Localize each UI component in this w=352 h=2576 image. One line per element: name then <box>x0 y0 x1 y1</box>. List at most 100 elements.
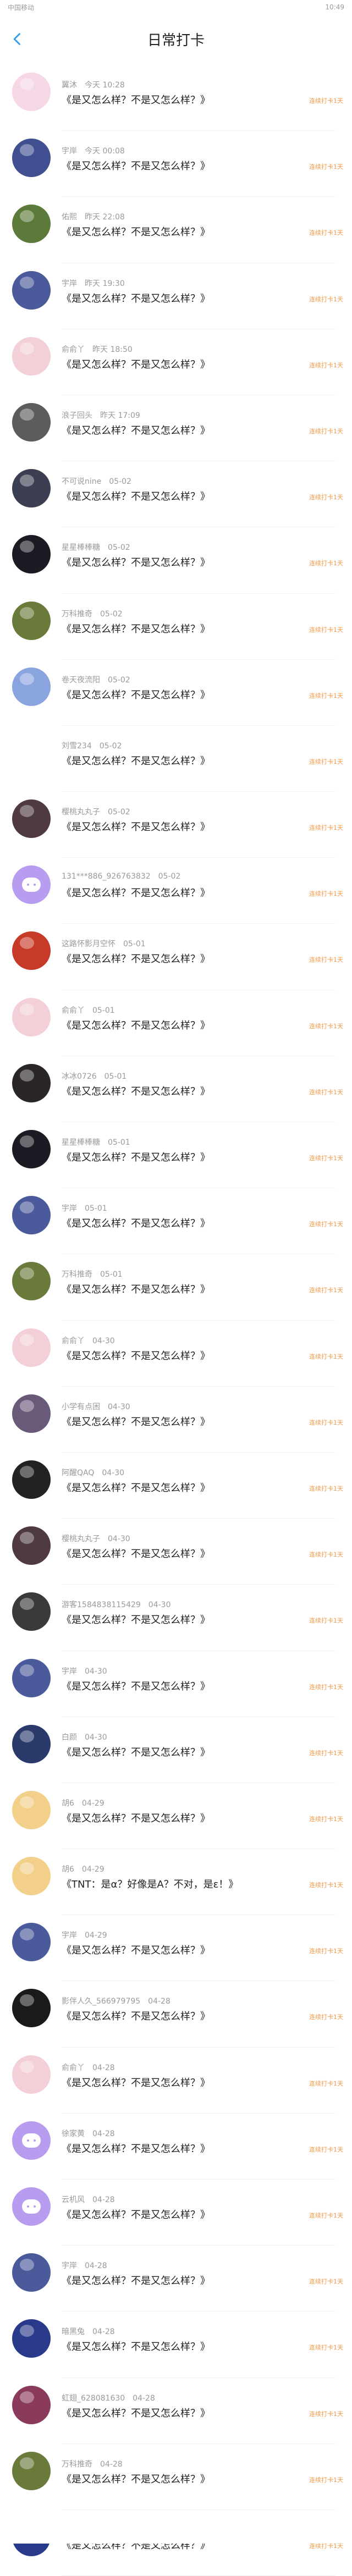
list-item[interactable]: 宇岸 昨天 19:30 《是又怎么样？不是又怎么样？》 连续打卡1天 <box>0 263 352 329</box>
user-name[interactable]: 宇岸 <box>62 1667 77 1676</box>
user-name[interactable]: 俞俞丫 <box>62 345 85 354</box>
checkin-content[interactable]: 《是又怎么样？不是又怎么样？》 <box>62 1480 210 1494</box>
avatar[interactable] <box>12 1790 51 1829</box>
avatar[interactable] <box>12 205 51 244</box>
checkin-content[interactable]: 《是又怎么样？不是又怎么样？》 <box>62 621 210 636</box>
checkin-content[interactable]: 《是又怎么样？不是又怎么样？》 <box>62 1679 210 1693</box>
list-item[interactable]: 翼沐 今天 10:28 《是又怎么样？不是又怎么样？》 连续打卡1天 <box>0 65 352 131</box>
avatar[interactable] <box>12 931 51 970</box>
checkin-content[interactable]: 《是又怎么样？不是又怎么样？》 <box>62 555 210 569</box>
avatar[interactable] <box>12 139 51 178</box>
list-item[interactable]: 胡6 04-29 《是又怎么样？不是又怎么样？》 连续打卡1天 <box>0 1783 352 1850</box>
user-name[interactable]: 浪子回头 <box>62 411 92 420</box>
user-name[interactable]: 宇岸 <box>62 147 77 156</box>
list-item[interactable]: 星星棒棒糖 05-01 《是又怎么样？不是又怎么样？》 连续打卡1天 <box>0 1122 352 1189</box>
back-button[interactable] <box>10 31 25 47</box>
list-item[interactable]: 冰冰0726 05-01 《是又怎么样？不是又怎么样？》 连续打卡1天 <box>0 1056 352 1123</box>
checkin-content[interactable]: 《是又怎么样？不是又怎么样？》 <box>62 2009 210 2023</box>
list-item[interactable]: 宇岸 04-30 《是又怎么样？不是又怎么样？》 连续打卡1天 <box>0 1651 352 1717</box>
user-name[interactable]: 翼沐 <box>62 81 77 90</box>
list-item[interactable]: 不可说nine 05-02 《是又怎么样？不是又怎么样？》 连续打卡1天 <box>0 461 352 528</box>
user-name[interactable]: 不可说nine <box>62 477 101 486</box>
user-name[interactable]: 樱桃丸丸子 <box>62 808 100 817</box>
list-item[interactable]: 樱桃丸丸子 05-02 《是又怎么样？不是又怎么样？》 连续打卡1天 <box>0 792 352 858</box>
list-item[interactable]: 宇岸 04-29 《是又怎么样？不是又怎么样？》 连续打卡1天 <box>0 1915 352 1982</box>
list-item[interactable]: 万科推奇 05-01 《是又怎么样？不是又怎么样？》 连续打卡1天 <box>0 1254 352 1321</box>
checkin-content[interactable]: 《是又怎么样？不是又怎么样？》 <box>62 357 210 371</box>
avatar[interactable] <box>12 73 51 111</box>
checkin-content[interactable]: 《是又怎么样？不是又怎么样？》 <box>62 1282 210 1296</box>
user-name[interactable]: 宇岸 <box>62 279 77 288</box>
list-item[interactable]: 131***886_926763832 05-02 《是又怎么样？不是又怎么样？》 连… <box>0 858 352 924</box>
user-name[interactable]: 万科推奇 <box>62 2460 92 2469</box>
user-name[interactable]: 星星棒棒糖 <box>62 1138 100 1147</box>
avatar[interactable] <box>12 271 51 310</box>
avatar[interactable] <box>12 1724 51 1763</box>
user-name[interactable]: 虹翅_628081630 <box>62 2394 125 2403</box>
list-item[interactable]: 阿醒QAQ 04-30 《是又怎么样？不是又怎么样？》 连续打卡1天 <box>0 1453 352 1519</box>
user-name[interactable]: 小学有点困 <box>62 1403 100 1411</box>
checkin-content[interactable]: 《是又怎么样？不是又怎么样？》 <box>62 2406 210 2420</box>
user-name[interactable]: 俞俞丫 <box>62 1337 85 1345</box>
list-item[interactable]: 星星棒棒糖 05-02 《是又怎么样？不是又怎么样？》 连续打卡1天 <box>0 527 352 594</box>
checkin-content[interactable]: 《是又怎么样？不是又怎么样？》 <box>62 2075 210 2089</box>
list-item[interactable]: 浪子回头 昨天 17:09 《是又怎么样？不是又怎么样？》 连续打卡1天 <box>0 395 352 462</box>
avatar[interactable] <box>12 1130 51 1168</box>
avatar[interactable] <box>12 1592 51 1631</box>
checkin-content[interactable]: 《是又怎么样？不是又怎么样？》 <box>62 2207 210 2221</box>
checkin-content[interactable]: 《是又怎么样？不是又怎么样？》 <box>62 885 210 900</box>
user-name[interactable]: 影伴人久_566979795 <box>62 1997 140 2006</box>
avatar[interactable] <box>12 865 51 904</box>
list-item[interactable]: 卷天夜流阳 05-02 《是又怎么样？不是又怎么样？》 连续打卡1天 <box>0 660 352 726</box>
avatar[interactable] <box>12 1394 51 1433</box>
avatar[interactable] <box>12 733 51 772</box>
checkin-content[interactable]: 《是又怎么样？不是又怎么样？》 <box>62 1612 210 1626</box>
list-item[interactable]: 虹翅_628081630 04-28 《是又怎么样？不是又怎么样？》 连续打卡1天 <box>0 2378 352 2444</box>
avatar[interactable] <box>12 1526 51 1565</box>
user-name[interactable]: 胡6 <box>62 1799 74 1808</box>
list-item[interactable]: 宇岸 今天 00:08 《是又怎么样？不是又怎么样？》 连续打卡1天 <box>0 131 352 197</box>
list-item[interactable]: 万科推奇 05-02 《是又怎么样？不是又怎么样？》 连续打卡1天 <box>0 594 352 660</box>
list-item[interactable]: 俞俞丫 昨天 18:50 《是又怎么样？不是又怎么样？》 连续打卡1天 <box>0 329 352 396</box>
list-item[interactable]: 宇岸 05-01 《是又怎么样？不是又怎么样？》 连续打卡1天 <box>0 1188 352 1255</box>
avatar[interactable] <box>12 1328 51 1367</box>
user-name[interactable]: 刘雪234 <box>62 742 92 751</box>
avatar[interactable] <box>12 667 51 706</box>
checkin-content[interactable]: 《是又怎么样？不是又怎么样？》 <box>62 1084 210 1098</box>
checkin-content[interactable]: 《是又怎么样？不是又怎么样？》 <box>62 423 210 437</box>
user-name[interactable]: 白颜 <box>62 1733 77 1742</box>
list-item[interactable]: 白颜 04-30 《是又怎么样？不是又怎么样？》 连续打卡1天 <box>0 1717 352 1784</box>
checkin-content[interactable]: 《TNT：是α？好像是A？不对，是ε！》 <box>62 1877 238 1891</box>
list-item[interactable]: 佑熙 昨天 22:08 《是又怎么样？不是又怎么样？》 连续打卡1天 <box>0 197 352 263</box>
user-name[interactable]: 宇岸 <box>62 2261 77 2270</box>
user-name[interactable]: 冰冰0726 <box>62 1072 97 1081</box>
user-name[interactable]: 云机风 <box>62 2196 85 2204</box>
list-item[interactable]: 游客1584838115429 04-30 《是又怎么样？不是又怎么样？》 连续打卡1… <box>0 1585 352 1651</box>
checkin-content[interactable]: 《是又怎么样？不是又怎么样？》 <box>62 2141 210 2155</box>
avatar[interactable] <box>12 2055 51 2094</box>
list-item[interactable]: 万科推奇 04-28 《是又怎么样？不是又怎么样？》 连续打卡1天 <box>0 2444 352 2511</box>
list-item[interactable]: 俞俞丫 04-30 《是又怎么样？不是又怎么样？》 连续打卡1天 <box>0 1321 352 1387</box>
user-name[interactable]: 星星棒棒糖 <box>62 543 100 552</box>
user-name[interactable]: 万科推奇 <box>62 1270 92 1279</box>
checkin-content[interactable]: 《是又怎么样？不是又怎么样？》 <box>62 2273 210 2287</box>
checkin-content[interactable]: 《是又怎么样？不是又怎么样？》 <box>62 1018 210 1032</box>
user-name[interactable]: 阿醒QAQ <box>62 1469 94 1477</box>
list-item[interactable]: 胡6 04-29 《TNT：是α？好像是A？不对，是ε！》 连续打卡1天 <box>0 1849 352 1916</box>
avatar[interactable] <box>12 799 51 839</box>
user-name[interactable]: 游客1584838115429 <box>62 1601 141 1609</box>
avatar[interactable] <box>12 469 51 508</box>
avatar[interactable] <box>12 2121 51 2160</box>
avatar[interactable] <box>12 1989 51 2028</box>
avatar[interactable] <box>12 601 51 640</box>
avatar[interactable] <box>12 1262 51 1301</box>
list-item[interactable]: 小学有点困 04-30 《是又怎么样？不是又怎么样？》 连续打卡1天 <box>0 1387 352 1453</box>
list-item[interactable]: 徐家黄 04-28 《是又怎么样？不是又怎么样？》 连续打卡1天 <box>0 2114 352 2180</box>
avatar[interactable] <box>12 1658 51 1697</box>
user-name[interactable]: 暗黑兔 <box>62 2327 85 2336</box>
checkin-content[interactable]: 《是又怎么样？不是又怎么样？》 <box>62 2472 210 2486</box>
avatar[interactable] <box>12 1460 51 1499</box>
list-item[interactable]: 云机风 04-28 《是又怎么样？不是又怎么样？》 连续打卡1天 <box>0 2180 352 2246</box>
user-name[interactable]: 万科推奇 <box>62 610 92 619</box>
list-item[interactable]: 樱桃丸丸子 04-30 《是又怎么样？不是又怎么样？》 连续打卡1天 <box>0 1519 352 1585</box>
